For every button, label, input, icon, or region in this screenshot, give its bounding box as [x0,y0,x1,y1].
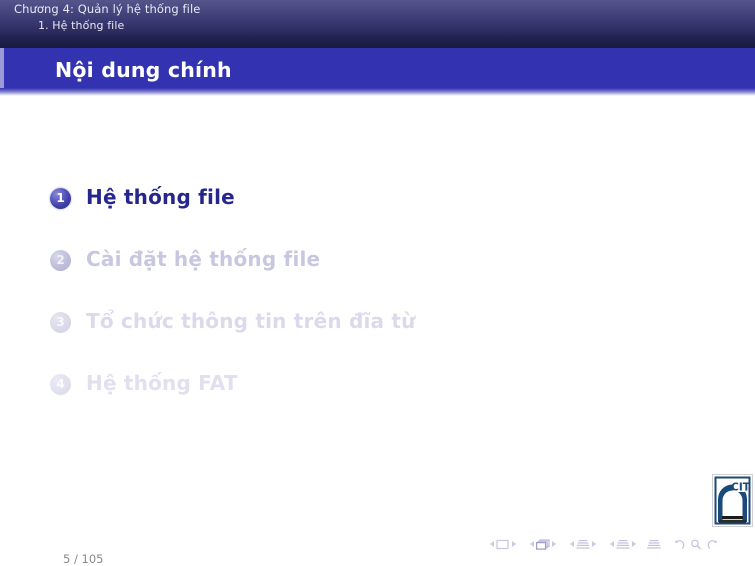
toc-number-badge: 4 [50,374,71,395]
next-frame-icon[interactable] [551,541,556,547]
toc-item-4[interactable]: 4 Hệ thống FAT [50,371,670,433]
presentation-slide: Chương 4: Quản lý hệ thống file 1. Hệ th… [0,0,755,566]
toc-number-badge: 2 [50,250,71,271]
nav-group-presentation [647,539,661,550]
toc-item-1[interactable]: 1 Hệ thống file [50,185,670,247]
nav-group-subsection [567,539,598,550]
toc-item-label: Hệ thống FAT [86,371,238,395]
search-icon[interactable] [690,539,703,550]
prev-section-icon[interactable] [609,541,614,547]
navigation-symbols [487,536,722,552]
title-band-left-edge [0,48,4,88]
next-section-icon[interactable] [631,541,636,547]
toc-item-3[interactable]: 3 Tổ chức thông tin trên đĩa từ [50,309,670,371]
header-bar: Chương 4: Quản lý hệ thống file 1. Hệ th… [0,0,755,48]
nav-group-slide [487,539,518,550]
prev-slide-icon[interactable] [489,541,494,547]
nav-group-section [607,539,638,550]
toc-item-label: Tổ chức thông tin trên đĩa từ [86,309,416,333]
next-subsection-icon[interactable] [591,541,596,547]
next-slide-icon[interactable] [511,541,516,547]
toc-item-label: Hệ thống file [86,185,235,209]
table-of-contents: 1 Hệ thống file 2 Cài đặt hệ thống file … [50,185,670,433]
presentation-icon[interactable] [647,539,661,550]
prev-frame-icon[interactable] [529,541,534,547]
header-chapter-title: Chương 4: Quản lý hệ thống file [14,2,201,16]
forward-arrow-icon[interactable] [707,539,720,550]
institution-logo: CIT [712,474,753,527]
nav-group-frame [527,538,558,550]
svg-text:CIT: CIT [731,481,751,493]
toc-item-2[interactable]: 2 Cài đặt hệ thống file [50,247,670,309]
toc-item-label: Cài đặt hệ thống file [86,247,321,271]
title-band-fade [0,88,755,96]
frames-icon[interactable] [536,538,550,550]
section-icon[interactable] [616,539,630,550]
header-section-title[interactable]: 1. Hệ thống file [38,19,124,32]
toc-number-badge: 3 [50,312,71,333]
page-title: Nội dung chính [55,58,232,82]
back-arrow-icon[interactable] [673,539,686,550]
subsection-icon[interactable] [576,539,590,550]
page-number: 5 / 105 [63,552,104,566]
slide-icon[interactable] [496,539,509,550]
toc-number-badge: 1 [50,188,71,209]
prev-subsection-icon[interactable] [569,541,574,547]
